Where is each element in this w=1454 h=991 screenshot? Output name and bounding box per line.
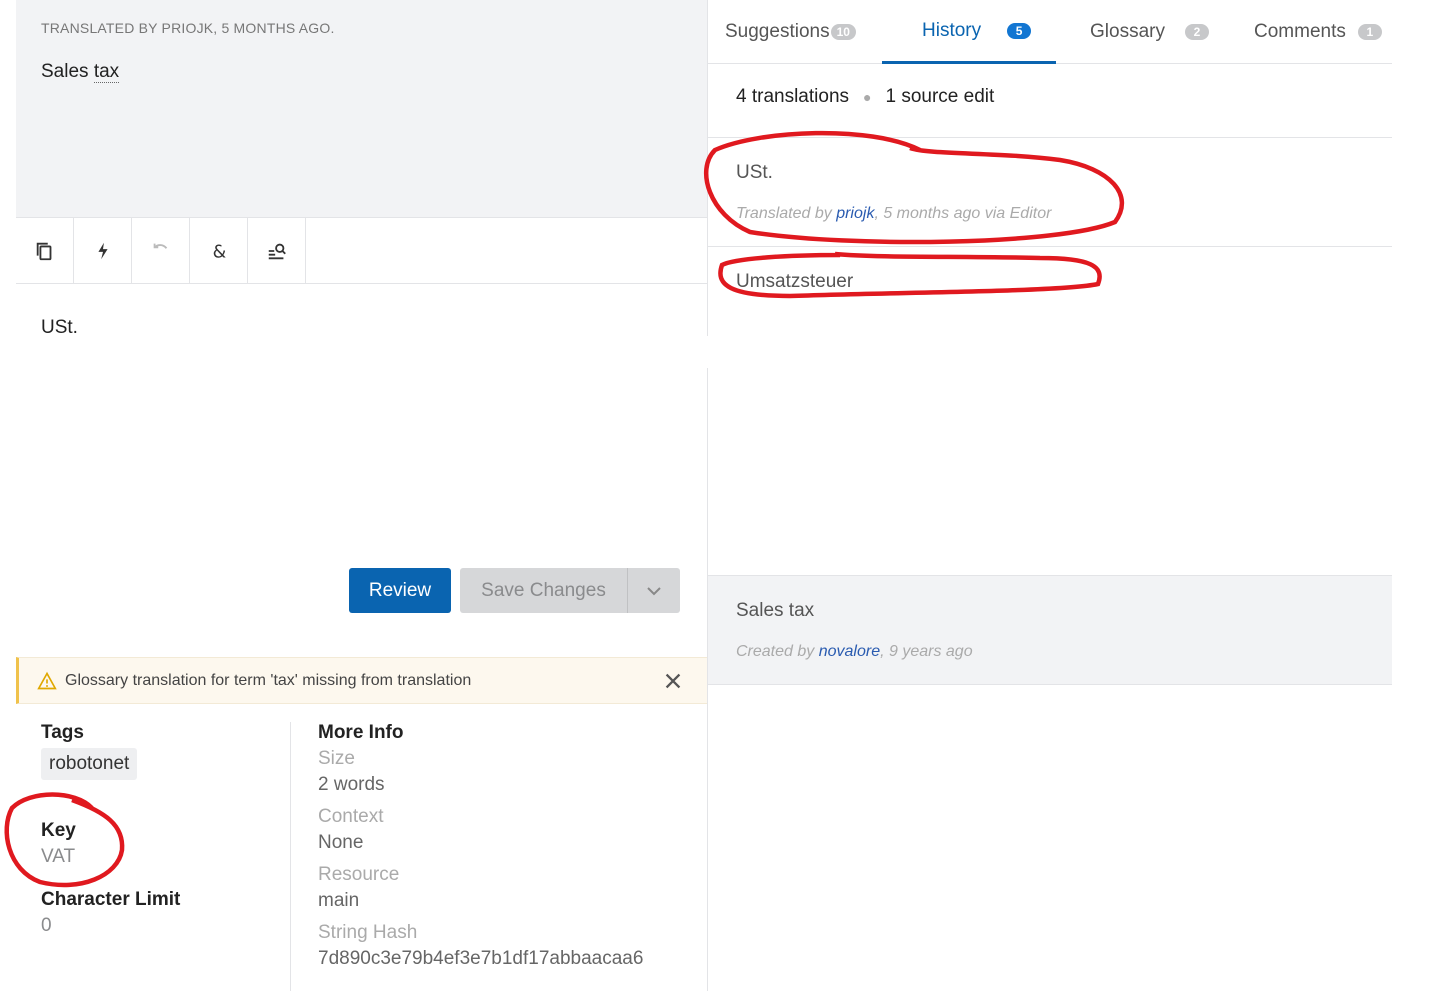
history-entry[interactable]: Umsatzsteuer bbox=[708, 246, 1392, 306]
source-meta: TRANSLATED BY PRIOJK, 5 MONTHS AGO. bbox=[41, 20, 335, 36]
svg-text:&: & bbox=[212, 242, 226, 262]
glossary-term[interactable]: tax bbox=[93, 61, 120, 83]
translations-count: 4 translations bbox=[736, 86, 850, 107]
string-hash-value: 7d890c3e79b4ef3e7b1df17abbaacaa6 bbox=[318, 948, 644, 969]
source-string-box: TRANSLATED BY PRIOJK, 5 MONTHS AGO. Sale… bbox=[16, 0, 708, 218]
history-entry[interactable]: USt. Translated by priojk, 5 months ago … bbox=[708, 137, 1392, 247]
copy-source-button[interactable] bbox=[16, 218, 74, 283]
save-changes-button[interactable]: Save Changes bbox=[460, 568, 627, 613]
created-text: Sales tax bbox=[736, 600, 815, 621]
string-details: Tags robotonet Key VAT Character Limit 0 bbox=[41, 722, 291, 937]
count-badge: 1 bbox=[1357, 24, 1382, 40]
more-info-label: More Info bbox=[318, 722, 404, 743]
tab-glossary[interactable]: Glossary 2 bbox=[1090, 0, 1209, 64]
resource-value: main bbox=[318, 890, 360, 911]
save-options-dropdown[interactable] bbox=[627, 568, 680, 613]
warning-icon bbox=[37, 671, 57, 689]
count-badge: 10 bbox=[830, 24, 856, 40]
ampersand-icon: & bbox=[212, 242, 226, 262]
details-divider bbox=[290, 722, 291, 991]
size-label: Size bbox=[318, 748, 355, 769]
more-info: More Info Size 2 words Context None Reso… bbox=[318, 722, 708, 970]
tab-label: Glossary bbox=[1090, 21, 1165, 42]
bolt-icon bbox=[97, 242, 108, 259]
tab-label: Suggestions bbox=[725, 21, 830, 42]
size-value: 2 words bbox=[318, 774, 385, 795]
sidebar-tabs: Suggestions 10 History 5 Glossary 2 Comment… bbox=[708, 0, 1392, 64]
tag-chip[interactable]: robotonet bbox=[41, 748, 138, 780]
close-icon[interactable] bbox=[662, 670, 684, 692]
string-hash-label: String Hash bbox=[318, 922, 418, 943]
tab-comments[interactable]: Comments 1 bbox=[1254, 0, 1382, 64]
history-text: USt. bbox=[736, 162, 773, 183]
context-label: Context bbox=[318, 806, 384, 827]
tab-label: Comments bbox=[1254, 21, 1346, 42]
search-tm-button[interactable] bbox=[248, 218, 306, 283]
history-created-entry: Sales tax Created by novalore, 9 years a… bbox=[708, 575, 1392, 685]
source-text: Sales tax bbox=[41, 61, 120, 83]
source-edits-count: 1 source edit bbox=[885, 86, 995, 107]
character-limit-label: Character Limit bbox=[41, 889, 181, 910]
chevron-down-icon bbox=[647, 586, 661, 595]
user-link[interactable]: priojk bbox=[836, 205, 874, 222]
tab-label: History bbox=[922, 19, 982, 41]
count-badge: 5 bbox=[1007, 22, 1032, 39]
undo-icon bbox=[153, 243, 167, 249]
separator-dot: ● bbox=[863, 89, 872, 105]
translation-editor[interactable]: USt. bbox=[41, 317, 78, 339]
key-label: Key bbox=[41, 820, 76, 841]
review-button[interactable]: Review bbox=[349, 568, 451, 613]
history-text: Umsatzsteuer bbox=[736, 271, 854, 292]
editor-panel: TRANSLATED BY PRIOJK, 5 MONTHS AGO. Sale… bbox=[16, 0, 708, 991]
context-value: None bbox=[318, 832, 364, 853]
key-value: VAT bbox=[41, 846, 76, 867]
count-badge: 2 bbox=[1184, 24, 1209, 40]
tab-suggestions[interactable]: Suggestions 10 bbox=[725, 0, 856, 64]
history-summary: 4 translations ● 1 source edit bbox=[736, 86, 994, 108]
warning-text: Glossary translation for term 'tax' miss… bbox=[65, 671, 472, 689]
tags-label: Tags bbox=[41, 722, 84, 743]
quick-action-button[interactable] bbox=[74, 218, 132, 283]
character-limit-value: 0 bbox=[41, 915, 52, 936]
source-text-prefix: Sales bbox=[41, 61, 94, 82]
tab-history[interactable]: History 5 bbox=[882, 0, 1056, 64]
resource-label: Resource bbox=[318, 864, 400, 885]
history-meta: Translated by priojk, 5 months ago via E… bbox=[736, 205, 1052, 222]
copy-icon bbox=[36, 242, 51, 260]
glossary-warning: Glossary translation for term 'tax' miss… bbox=[16, 657, 708, 704]
editor-toolbar: & bbox=[16, 218, 708, 284]
user-link[interactable]: novalore bbox=[819, 643, 880, 660]
created-meta: Created by novalore, 9 years ago bbox=[736, 643, 973, 660]
search-list-icon bbox=[268, 243, 286, 259]
special-chars-button[interactable]: & bbox=[190, 218, 248, 283]
undo-button[interactable] bbox=[132, 218, 190, 283]
